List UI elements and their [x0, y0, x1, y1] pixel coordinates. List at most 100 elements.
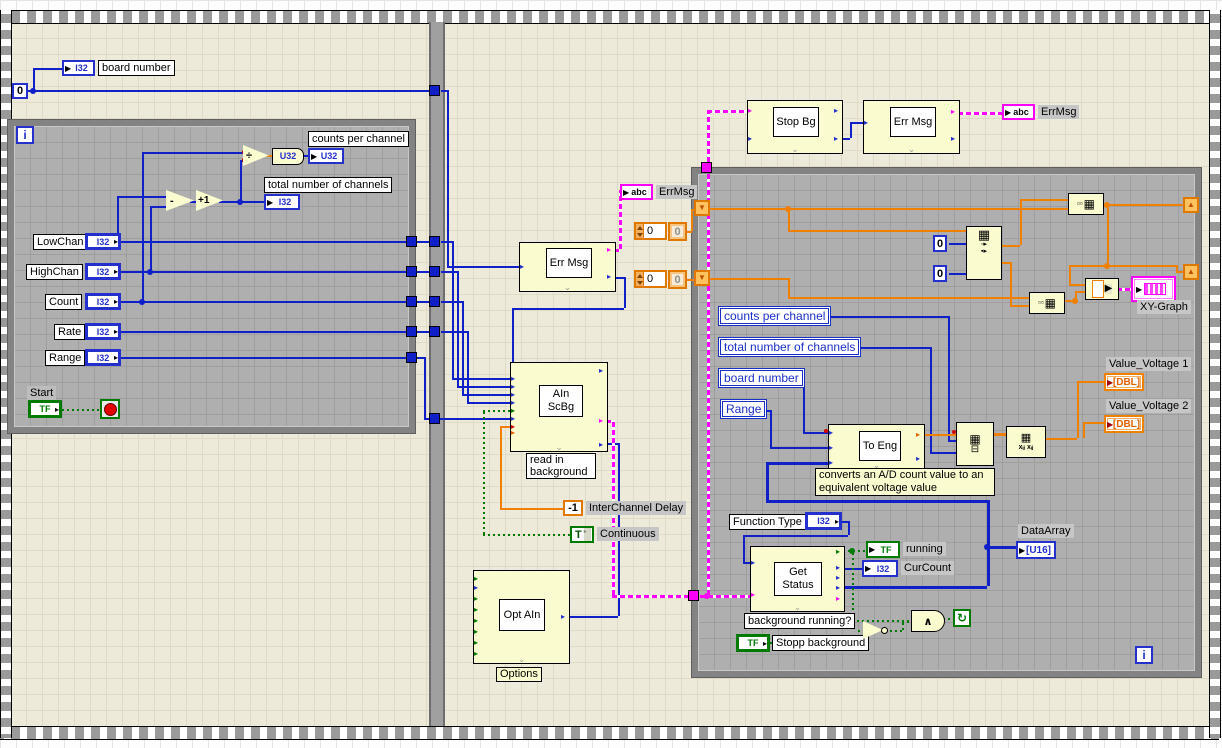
- wire: [686, 279, 694, 281]
- build-array-node-top[interactable]: ▫▫ ▦: [1068, 193, 1104, 215]
- background-running-label: background running?: [744, 613, 856, 629]
- to-u32-conversion[interactable]: U32: [272, 148, 304, 165]
- indicator-arrow-icon: ▶: [865, 564, 872, 573]
- ain-scbg-node[interactable]: AIn ScBg ▸ ▸ ▸ ▸ ▸ ▸ ▸ ▸ ▸ ▸ ▸ ⌄: [510, 362, 608, 452]
- errmsg-mid-indicator[interactable]: ▶ abc: [620, 184, 653, 200]
- indicator-arrow-icon: ▶: [1136, 284, 1143, 294]
- wire: [240, 160, 242, 202]
- board-number-constant[interactable]: 0: [12, 83, 28, 99]
- sr-init-box-2[interactable]: 0: [668, 270, 687, 289]
- tunnel: [429, 266, 440, 277]
- wire-junction: [237, 199, 243, 205]
- wire-junction: [1104, 263, 1110, 269]
- loop-condition-terminal-2[interactable]: ↻: [953, 609, 971, 627]
- wire: [120, 271, 431, 273]
- dataarray-indicator[interactable]: ▶ [U16]: [1016, 541, 1056, 559]
- index-constant-1[interactable]: 0: [933, 265, 947, 282]
- wire: [743, 562, 750, 564]
- wire: [766, 462, 769, 500]
- and-gate[interactable]: ∧: [911, 610, 945, 632]
- output-arrow-icon: ▸: [599, 366, 604, 375]
- transpose-array-node[interactable]: ▦ xᵢⱼ xᵢⱼ: [1006, 426, 1046, 458]
- boolean-const-arrow-icon: ▸: [583, 528, 591, 541]
- tunnel: [688, 590, 699, 601]
- shift-register-right-1[interactable]: ▲: [1183, 197, 1199, 213]
- value-voltage-1-indicator[interactable]: ▶ [DBL]: [1104, 373, 1144, 391]
- rate-control[interactable]: I32 ▸: [85, 323, 121, 340]
- function-type-control[interactable]: I32 ▸: [805, 512, 842, 530]
- errmsg-top-indicator[interactable]: ▶ abc: [1002, 104, 1035, 120]
- sequence-frame-divider: [429, 22, 445, 726]
- stop-bg-node[interactable]: Stop Bg ▸ ▸ ▸ ▸ ⌄: [747, 100, 843, 154]
- input-arrow-icon: ▸: [748, 134, 753, 143]
- board-number-indicator[interactable]: ▶ I32: [62, 60, 95, 76]
- counts-per-channel-indicator[interactable]: ▶ U32: [308, 148, 344, 164]
- expand-chevron-icon: ⌄: [563, 282, 572, 292]
- input-arrow-icon: ▸: [829, 428, 834, 437]
- running-indicator[interactable]: ▶ TF: [866, 541, 900, 558]
- sr-init-constant-1[interactable]: 0: [634, 222, 667, 240]
- shift-register-left-1[interactable]: ▼: [694, 200, 710, 216]
- wire: [612, 595, 688, 598]
- shift-register-left-2[interactable]: ▼: [694, 270, 710, 286]
- wire: [483, 534, 570, 536]
- wire: [1069, 265, 1107, 267]
- sr-init-box-1[interactable]: 0: [668, 222, 687, 241]
- wire-junction: [147, 269, 153, 275]
- lowchan-control[interactable]: I32 ▸: [85, 233, 121, 250]
- array-grid-icon: ▦: [1083, 197, 1095, 211]
- local-board-number[interactable]: board number: [718, 368, 805, 388]
- function-type-label: Function Type: [729, 514, 806, 530]
- get-status-node[interactable]: Get Status ▸ ▸ ▸ ▸ ▸ ▸ ▸ ⌄: [750, 546, 845, 612]
- wire: [120, 241, 431, 243]
- continuous-constant[interactable]: T ▸: [570, 526, 594, 543]
- indicator-arrow-icon: ▶: [1005, 107, 1012, 117]
- stopp-background-label: Stopp background: [772, 635, 870, 651]
- range-control[interactable]: I32 ▸: [85, 349, 121, 366]
- loop-condition-terminal[interactable]: [100, 399, 120, 419]
- wire: [930, 347, 932, 452]
- shift-register-right-2[interactable]: ▲: [1183, 264, 1199, 280]
- build-array-node-bottom[interactable]: ▫▫ ▦: [1029, 292, 1065, 314]
- total-channels-indicator[interactable]: ▶ I32: [264, 194, 300, 210]
- wire: [850, 122, 852, 138]
- highchan-control[interactable]: I32 ▸: [85, 263, 121, 280]
- to-eng-node[interactable]: To Eng ▸ ▸ ▸ ▸ ▸ ⌄: [828, 424, 925, 470]
- wire: [766, 500, 987, 503]
- output-arrow-icon: ▸: [951, 107, 956, 116]
- bundle-node[interactable]: ▶: [1085, 278, 1119, 300]
- input-arrow-icon: ▸: [474, 627, 479, 636]
- xy-graph-indicator[interactable]: ▶: [1131, 276, 1176, 302]
- wire: [788, 297, 1031, 299]
- index-constant-0[interactable]: 0: [933, 235, 947, 252]
- reshape-array-node[interactable]: ▦ ⊟: [956, 422, 994, 466]
- local-total-channels[interactable]: total number of channels: [718, 337, 862, 357]
- expand-chevron-icon: ⌄: [907, 144, 916, 154]
- value-voltage-2-indicator[interactable]: ▶ [DBL]: [1104, 415, 1144, 433]
- expand-chevron-icon: ⌄: [517, 654, 526, 664]
- interchannel-delay-constant[interactable]: -1: [563, 500, 583, 516]
- indicator-arrow-icon: ▶: [1019, 545, 1026, 555]
- wire: [512, 308, 514, 362]
- err-msg-node-mid[interactable]: Err Msg ▸ ▸ ▸ ⌄: [519, 242, 616, 292]
- spin-arrows-icon: [636, 272, 644, 286]
- start-control[interactable]: TF ▸: [28, 400, 62, 418]
- stack-icon: ⊟: [970, 444, 980, 455]
- output-arrow-icon: ▸: [836, 573, 841, 582]
- interchannel-delay-label: InterChannel Delay: [586, 501, 687, 515]
- local-counts-per-channel[interactable]: counts per channel: [718, 306, 832, 326]
- build-elements-icon: ▫▫: [1037, 298, 1044, 307]
- stopp-background-control[interactable]: TF ▸: [736, 634, 770, 652]
- sr-init-constant-2[interactable]: 0: [634, 270, 667, 288]
- curcount-indicator[interactable]: ▶ I32: [862, 560, 898, 577]
- control-arrow-icon: ▸: [762, 638, 767, 648]
- count-control[interactable]: I32 ▸: [85, 293, 121, 310]
- iteration-terminal: i: [16, 126, 34, 144]
- tunnel: [429, 413, 440, 424]
- opt-ain-node[interactable]: Opt AIn ▸ ▸ ▸ ▸ ▸ ▸ ▸ ▸ ▸ ⌄: [473, 570, 570, 664]
- local-range[interactable]: Range: [720, 399, 768, 419]
- err-msg-node-top[interactable]: Err Msg ▸ ▸ ▸ ⌄: [863, 100, 960, 154]
- wire-junction: [30, 88, 36, 94]
- index-array-node[interactable]: ▦ ▫▸ ▪▸: [966, 226, 1002, 280]
- indicator-arrow-icon: ▶: [869, 545, 876, 554]
